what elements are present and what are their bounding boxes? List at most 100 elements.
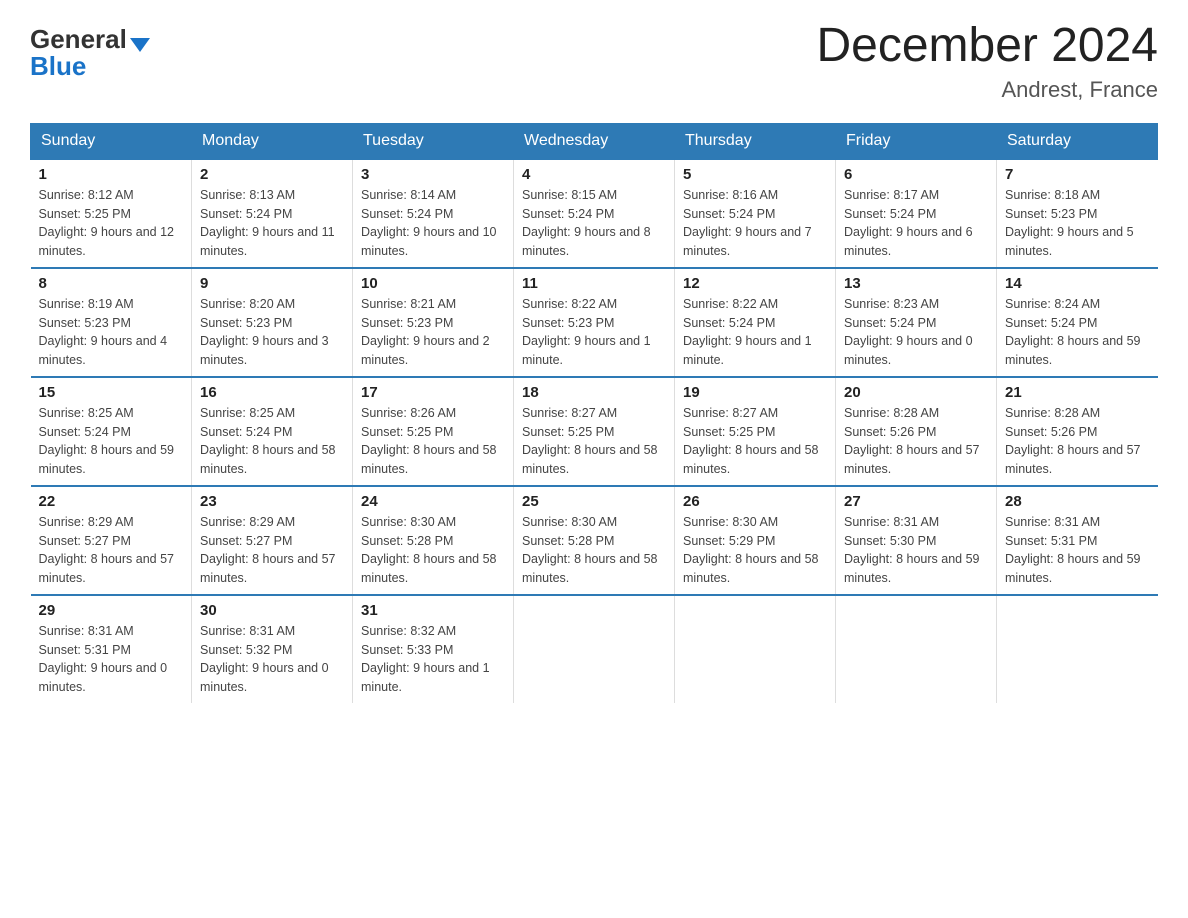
calendar-cell (836, 595, 997, 703)
day-number: 9 (200, 275, 344, 292)
day-number: 13 (844, 275, 988, 292)
day-info: Sunrise: 8:23 AMSunset: 5:24 PMDaylight:… (844, 295, 988, 370)
day-number: 5 (683, 166, 827, 183)
title-block: December 2024 Andrest, France (816, 20, 1158, 103)
calendar-cell: 15 Sunrise: 8:25 AMSunset: 5:24 PMDayligh… (31, 377, 192, 486)
calendar-cell (675, 595, 836, 703)
calendar-cell: 13 Sunrise: 8:23 AMSunset: 5:24 PMDayligh… (836, 268, 997, 377)
calendar-cell: 11 Sunrise: 8:22 AMSunset: 5:23 PMDayligh… (514, 268, 675, 377)
calendar-table: SundayMondayTuesdayWednesdayThursdayFrid… (30, 123, 1158, 703)
svg-text:Blue: Blue (30, 51, 86, 80)
calendar-cell: 29 Sunrise: 8:31 AMSunset: 5:31 PMDayligh… (31, 595, 192, 703)
weekday-header-sunday: Sunday (31, 123, 192, 159)
day-info: Sunrise: 8:25 AMSunset: 5:24 PMDaylight:… (200, 404, 344, 479)
day-info: Sunrise: 8:30 AMSunset: 5:28 PMDaylight:… (522, 513, 666, 588)
day-number: 15 (39, 384, 184, 401)
day-info: Sunrise: 8:16 AMSunset: 5:24 PMDaylight:… (683, 186, 827, 261)
day-number: 22 (39, 493, 184, 510)
day-info: Sunrise: 8:31 AMSunset: 5:32 PMDaylight:… (200, 622, 344, 697)
day-info: Sunrise: 8:17 AMSunset: 5:24 PMDaylight:… (844, 186, 988, 261)
day-number: 18 (522, 384, 666, 401)
page-title: December 2024 (816, 20, 1158, 73)
day-info: Sunrise: 8:19 AMSunset: 5:23 PMDaylight:… (39, 295, 184, 370)
day-info: Sunrise: 8:21 AMSunset: 5:23 PMDaylight:… (361, 295, 505, 370)
day-number: 14 (1005, 275, 1150, 292)
calendar-cell: 31 Sunrise: 8:32 AMSunset: 5:33 PMDayligh… (353, 595, 514, 703)
weekday-header-tuesday: Tuesday (353, 123, 514, 159)
calendar-cell: 4Sunrise: 8:15 AMSunset: 5:24 PMDaylight… (514, 159, 675, 268)
weekday-header-row: SundayMondayTuesdayWednesdayThursdayFrid… (31, 123, 1158, 159)
calendar-cell: 10 Sunrise: 8:21 AMSunset: 5:23 PMDayligh… (353, 268, 514, 377)
calendar-cell: 1Sunrise: 8:12 AMSunset: 5:25 PMDaylight… (31, 159, 192, 268)
day-info: Sunrise: 8:32 AMSunset: 5:33 PMDaylight:… (361, 622, 505, 697)
calendar-cell: 23 Sunrise: 8:29 AMSunset: 5:27 PMDayligh… (192, 486, 353, 595)
calendar-cell: 8 Sunrise: 8:19 AMSunset: 5:23 PMDaylight… (31, 268, 192, 377)
calendar-cell (514, 595, 675, 703)
page-subtitle: Andrest, France (816, 77, 1158, 103)
calendar-cell: 25 Sunrise: 8:30 AMSunset: 5:28 PMDayligh… (514, 486, 675, 595)
day-info: Sunrise: 8:31 AMSunset: 5:30 PMDaylight:… (844, 513, 988, 588)
day-number: 17 (361, 384, 505, 401)
calendar-cell: 2Sunrise: 8:13 AMSunset: 5:24 PMDaylight… (192, 159, 353, 268)
day-info: Sunrise: 8:27 AMSunset: 5:25 PMDaylight:… (522, 404, 666, 479)
calendar-cell: 14 Sunrise: 8:24 AMSunset: 5:24 PMDayligh… (997, 268, 1158, 377)
calendar-week-4: 22 Sunrise: 8:29 AMSunset: 5:27 PMDayligh… (31, 486, 1158, 595)
calendar-cell: 6 Sunrise: 8:17 AMSunset: 5:24 PMDaylight… (836, 159, 997, 268)
day-info: Sunrise: 8:18 AMSunset: 5:23 PMDaylight:… (1005, 186, 1150, 261)
day-info: Sunrise: 8:26 AMSunset: 5:25 PMDaylight:… (361, 404, 505, 479)
day-number: 11 (522, 275, 666, 292)
calendar-cell: 30Sunrise: 8:31 AMSunset: 5:32 PMDayligh… (192, 595, 353, 703)
calendar-cell: 19 Sunrise: 8:27 AMSunset: 5:25 PMDayligh… (675, 377, 836, 486)
day-number: 24 (361, 493, 505, 510)
day-info: Sunrise: 8:27 AMSunset: 5:25 PMDaylight:… (683, 404, 827, 479)
day-info: Sunrise: 8:29 AMSunset: 5:27 PMDaylight:… (39, 513, 184, 588)
day-info: Sunrise: 8:22 AMSunset: 5:24 PMDaylight:… (683, 295, 827, 370)
calendar-cell (997, 595, 1158, 703)
calendar-cell: 9 Sunrise: 8:20 AMSunset: 5:23 PMDaylight… (192, 268, 353, 377)
day-number: 19 (683, 384, 827, 401)
day-number: 21 (1005, 384, 1150, 401)
day-info: Sunrise: 8:22 AMSunset: 5:23 PMDaylight:… (522, 295, 666, 370)
svg-text:General: General (30, 24, 127, 54)
day-info: Sunrise: 8:28 AMSunset: 5:26 PMDaylight:… (844, 404, 988, 479)
day-info: Sunrise: 8:25 AMSunset: 5:24 PMDaylight:… (39, 404, 184, 479)
calendar-cell: 27 Sunrise: 8:31 AMSunset: 5:30 PMDayligh… (836, 486, 997, 595)
day-number: 26 (683, 493, 827, 510)
day-info: Sunrise: 8:24 AMSunset: 5:24 PMDaylight:… (1005, 295, 1150, 370)
calendar-cell: 26 Sunrise: 8:30 AMSunset: 5:29 PMDayligh… (675, 486, 836, 595)
calendar-week-1: 1Sunrise: 8:12 AMSunset: 5:25 PMDaylight… (31, 159, 1158, 268)
day-info: Sunrise: 8:14 AMSunset: 5:24 PMDaylight:… (361, 186, 505, 261)
day-number: 31 (361, 602, 505, 619)
calendar-cell: 16 Sunrise: 8:25 AMSunset: 5:24 PMDayligh… (192, 377, 353, 486)
calendar-cell: 17 Sunrise: 8:26 AMSunset: 5:25 PMDayligh… (353, 377, 514, 486)
weekday-header-saturday: Saturday (997, 123, 1158, 159)
day-number: 8 (39, 275, 184, 292)
weekday-header-thursday: Thursday (675, 123, 836, 159)
day-info: Sunrise: 8:29 AMSunset: 5:27 PMDaylight:… (200, 513, 344, 588)
calendar-cell: 12Sunrise: 8:22 AMSunset: 5:24 PMDayligh… (675, 268, 836, 377)
day-number: 29 (39, 602, 184, 619)
calendar-week-3: 15 Sunrise: 8:25 AMSunset: 5:24 PMDayligh… (31, 377, 1158, 486)
calendar-cell: 24 Sunrise: 8:30 AMSunset: 5:28 PMDayligh… (353, 486, 514, 595)
day-number: 25 (522, 493, 666, 510)
day-info: Sunrise: 8:15 AMSunset: 5:24 PMDaylight:… (522, 186, 666, 261)
calendar-cell: 18 Sunrise: 8:27 AMSunset: 5:25 PMDayligh… (514, 377, 675, 486)
calendar-cell: 22 Sunrise: 8:29 AMSunset: 5:27 PMDayligh… (31, 486, 192, 595)
day-number: 3 (361, 166, 505, 183)
day-number: 10 (361, 275, 505, 292)
day-number: 16 (200, 384, 344, 401)
day-number: 20 (844, 384, 988, 401)
calendar-cell: 28Sunrise: 8:31 AMSunset: 5:31 PMDayligh… (997, 486, 1158, 595)
weekday-header-wednesday: Wednesday (514, 123, 675, 159)
day-number: 27 (844, 493, 988, 510)
day-info: Sunrise: 8:30 AMSunset: 5:29 PMDaylight:… (683, 513, 827, 588)
calendar-cell: 7 Sunrise: 8:18 AMSunset: 5:23 PMDaylight… (997, 159, 1158, 268)
weekday-header-monday: Monday (192, 123, 353, 159)
day-number: 6 (844, 166, 988, 183)
day-info: Sunrise: 8:31 AMSunset: 5:31 PMDaylight:… (39, 622, 184, 697)
day-info: Sunrise: 8:30 AMSunset: 5:28 PMDaylight:… (361, 513, 505, 588)
day-info: Sunrise: 8:20 AMSunset: 5:23 PMDaylight:… (200, 295, 344, 370)
day-number: 7 (1005, 166, 1150, 183)
day-number: 23 (200, 493, 344, 510)
calendar-cell: 21Sunrise: 8:28 AMSunset: 5:26 PMDayligh… (997, 377, 1158, 486)
